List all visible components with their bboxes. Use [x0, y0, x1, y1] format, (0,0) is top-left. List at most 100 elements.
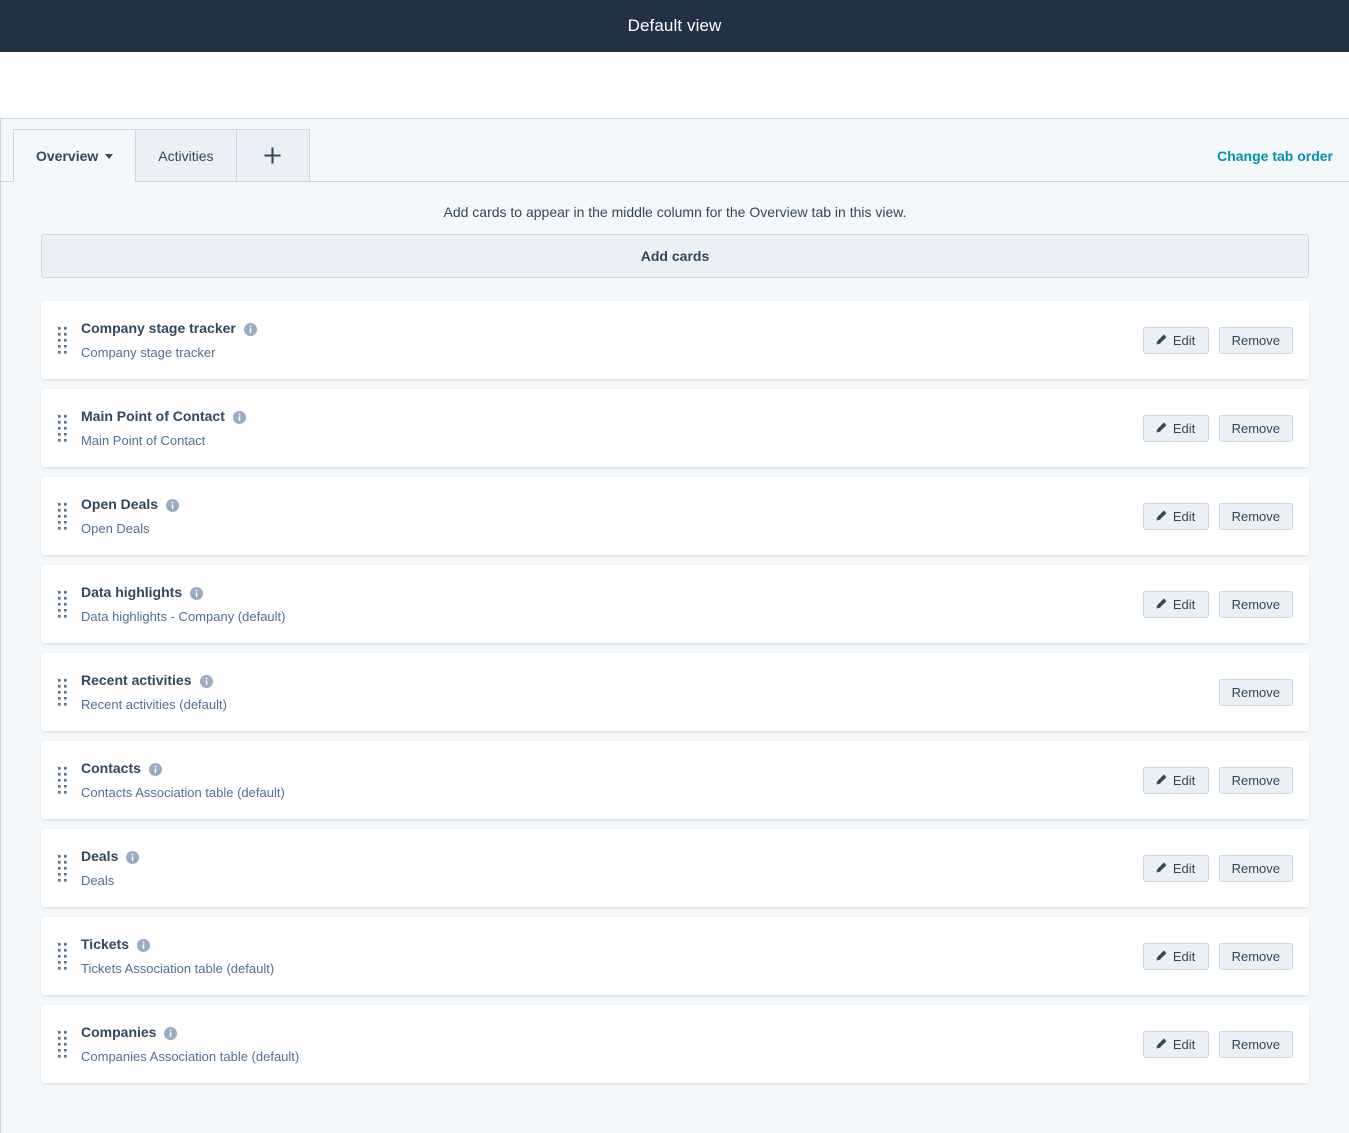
helper-text: Add cards to appear in the middle column…	[443, 204, 907, 220]
info-icon[interactable]	[164, 1026, 178, 1040]
card-text: Tickets Tickets Association table (defaul…	[81, 935, 1127, 977]
card-text: Recent activities Recent activities (defa…	[81, 671, 1203, 713]
card-row: Companies Companies Association table (de…	[41, 1005, 1309, 1083]
card-title-label: Deals	[81, 848, 119, 864]
remove-button[interactable]: Remove	[1218, 766, 1293, 794]
drag-handle-icon[interactable]	[53, 502, 71, 530]
info-icon[interactable]	[148, 762, 162, 776]
remove-button[interactable]: Remove	[1218, 414, 1293, 442]
card-actions: Remove	[1218, 678, 1293, 706]
add-cards-button[interactable]: Add cards	[41, 234, 1309, 278]
remove-button[interactable]: Remove	[1218, 590, 1293, 618]
card-actions: Edit Remove	[1142, 590, 1293, 618]
card-text: Main Point of Contact Main Point of Conta…	[81, 407, 1127, 449]
tab-bar: Overview Activities Change tab order	[1, 119, 1349, 182]
info-icon[interactable]	[243, 322, 257, 336]
tab-overview[interactable]: Overview	[13, 129, 137, 182]
edit-button[interactable]: Edit	[1142, 502, 1209, 530]
remove-button[interactable]: Remove	[1218, 502, 1293, 530]
pencil-icon	[1156, 950, 1167, 963]
card-actions: Edit Remove	[1142, 942, 1293, 970]
remove-button-label: Remove	[1231, 596, 1280, 612]
app-header: Default view	[0, 0, 1349, 52]
card-actions: Edit Remove	[1142, 502, 1293, 530]
info-icon[interactable]	[199, 674, 213, 688]
drag-handle-icon[interactable]	[53, 590, 71, 618]
card-description: Open Deals	[81, 521, 150, 536]
drag-handle-icon[interactable]	[53, 942, 71, 970]
info-icon[interactable]	[190, 586, 204, 600]
edit-button-label: Edit	[1172, 508, 1196, 524]
info-icon[interactable]	[232, 410, 246, 424]
remove-button-label: Remove	[1231, 332, 1280, 348]
edit-button[interactable]: Edit	[1142, 766, 1209, 794]
remove-button[interactable]: Remove	[1218, 854, 1293, 882]
drag-handle-icon[interactable]	[53, 326, 71, 354]
pencil-icon	[1156, 334, 1167, 347]
card-title: Deals	[81, 847, 1127, 865]
card-title-label: Tickets	[81, 936, 129, 952]
pencil-icon	[1156, 598, 1167, 611]
edit-button-label: Edit	[1172, 332, 1196, 348]
card-row: Open Deals Open Deals Edit Remove	[41, 477, 1309, 555]
add-tab-button[interactable]	[235, 129, 310, 181]
card-description: Main Point of Contact	[81, 433, 206, 448]
edit-button[interactable]: Edit	[1142, 414, 1209, 442]
remove-button-label: Remove	[1231, 420, 1280, 436]
edit-button[interactable]: Edit	[1142, 590, 1209, 618]
pencil-icon	[1156, 774, 1167, 787]
card-title: Main Point of Contact	[81, 407, 1127, 425]
card-actions: Edit Remove	[1142, 854, 1293, 882]
card-description: Company stage tracker	[81, 345, 216, 360]
card-row: Recent activities Recent activities (defa…	[41, 653, 1309, 731]
edit-button[interactable]: Edit	[1142, 326, 1209, 354]
card-description: Recent activities (default)	[81, 697, 227, 712]
card-description: Data highlights - Company (default)	[81, 609, 286, 624]
edit-button[interactable]: Edit	[1142, 1030, 1209, 1058]
card-row: Tickets Tickets Association table (defaul…	[41, 917, 1309, 995]
card-text: Contacts Contacts Association table (defa…	[81, 759, 1127, 801]
info-icon[interactable]	[166, 498, 180, 512]
view-editor-panel: Overview Activities Change tab order Add …	[0, 118, 1349, 1133]
remove-button[interactable]: Remove	[1218, 942, 1293, 970]
card-row: Contacts Contacts Association table (defa…	[41, 741, 1309, 819]
edit-button[interactable]: Edit	[1142, 942, 1209, 970]
edit-button[interactable]: Edit	[1142, 854, 1209, 882]
edit-button-label: Edit	[1172, 948, 1196, 964]
card-title-label: Data highlights	[81, 584, 183, 600]
card-description: Contacts Association table (default)	[81, 785, 285, 800]
remove-button[interactable]: Remove	[1218, 1030, 1293, 1058]
card-row: Deals Deals Edit Remove	[41, 829, 1309, 907]
remove-button[interactable]: Remove	[1218, 678, 1293, 706]
card-text: Companies Companies Association table (de…	[81, 1023, 1127, 1065]
tab-list: Overview Activities	[13, 129, 310, 182]
remove-button[interactable]: Remove	[1218, 326, 1293, 354]
remove-button-label: Remove	[1231, 1036, 1280, 1052]
card-title: Tickets	[81, 935, 1127, 953]
pencil-icon	[1156, 422, 1167, 435]
edit-button-label: Edit	[1172, 596, 1196, 612]
change-tab-order-link[interactable]: Change tab order	[1217, 148, 1333, 164]
card-actions: Edit Remove	[1142, 766, 1293, 794]
card-text: Open Deals Open Deals	[81, 495, 1127, 537]
card-text: Data highlights Data highlights - Company…	[81, 583, 1127, 625]
drag-handle-icon[interactable]	[53, 414, 71, 442]
header-spacer	[0, 52, 1349, 118]
remove-button-label: Remove	[1231, 860, 1280, 876]
card-text: Deals Deals	[81, 847, 1127, 889]
drag-handle-icon[interactable]	[53, 854, 71, 882]
drag-handle-icon[interactable]	[53, 1030, 71, 1058]
card-row: Data highlights Data highlights - Company…	[41, 565, 1309, 643]
drag-handle-icon[interactable]	[53, 678, 71, 706]
card-title: Company stage tracker	[81, 319, 1127, 337]
edit-button-label: Edit	[1172, 860, 1196, 876]
drag-handle-icon[interactable]	[53, 766, 71, 794]
tab-label: Activities	[158, 147, 214, 164]
info-icon[interactable]	[137, 938, 150, 952]
edit-button-label: Edit	[1172, 1036, 1196, 1052]
card-title-label: Open Deals	[81, 496, 159, 512]
tab-activities[interactable]: Activities	[135, 129, 237, 181]
info-icon[interactable]	[126, 850, 140, 864]
page-title: Default view	[627, 16, 722, 35]
card-title-label: Companies	[81, 1024, 157, 1040]
